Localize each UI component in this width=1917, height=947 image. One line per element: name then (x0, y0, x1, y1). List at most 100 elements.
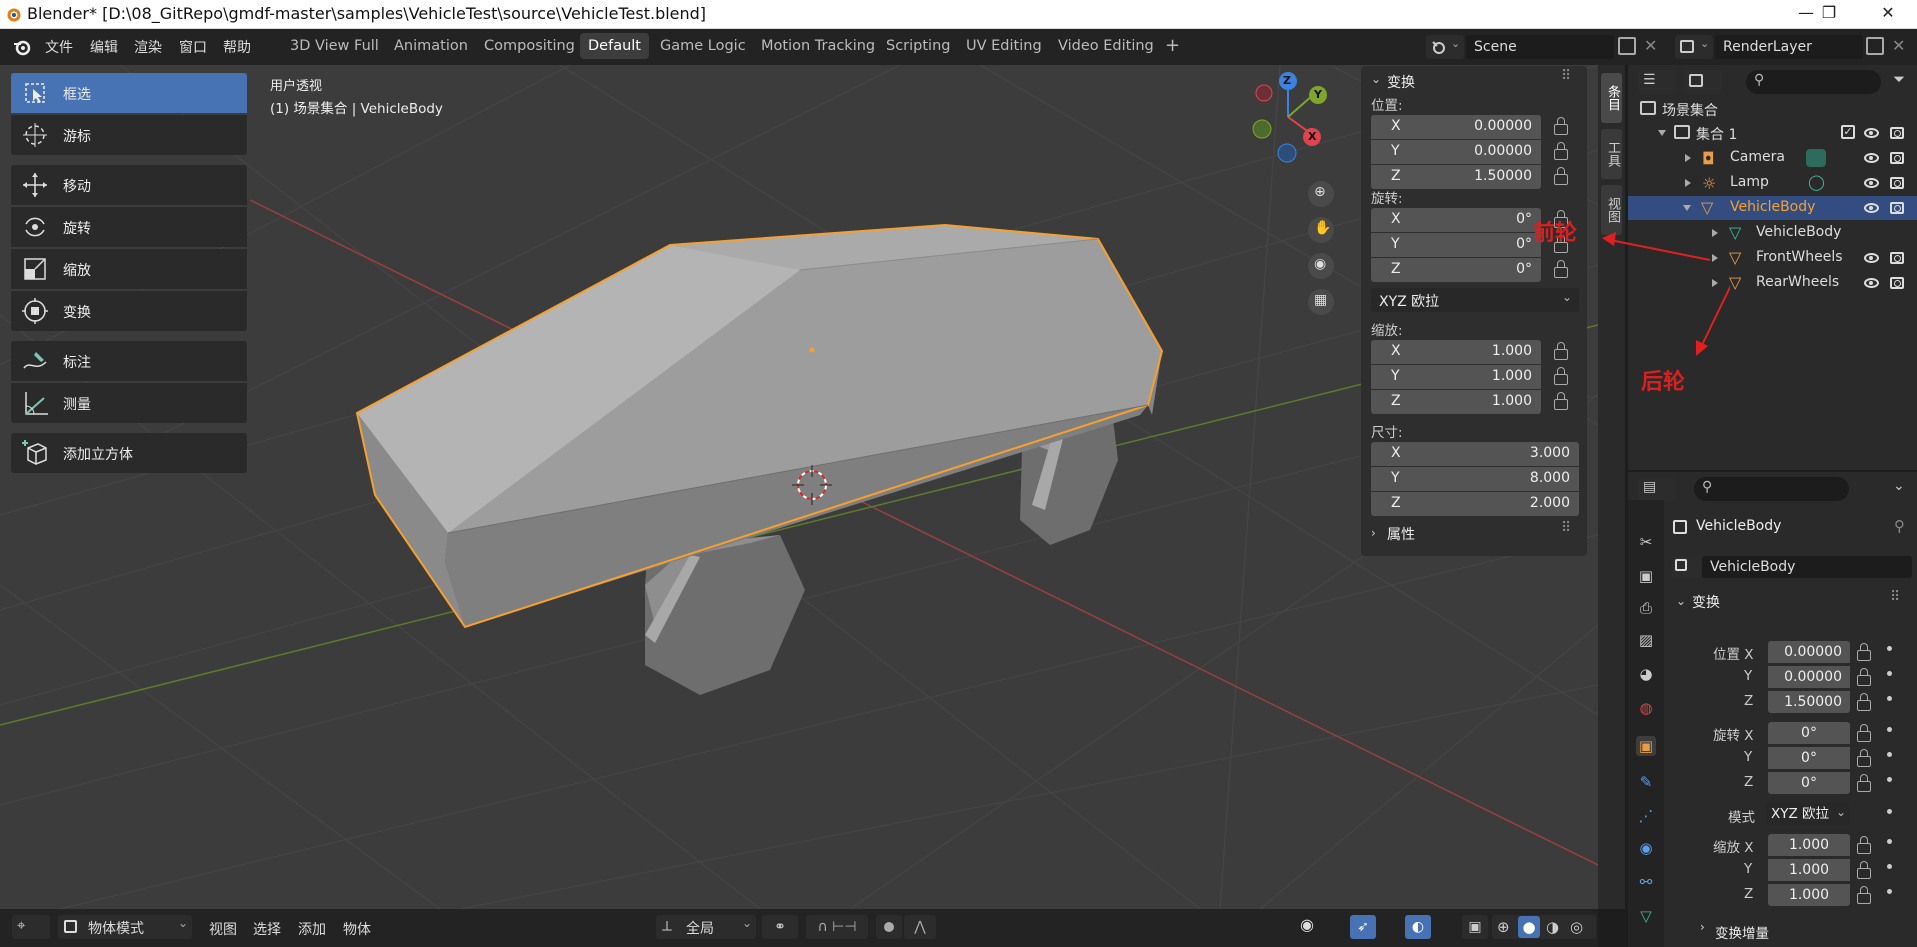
menu-select[interactable]: 选择 (253, 919, 281, 939)
scale-y-field[interactable]: Y 1.000 (1371, 365, 1541, 389)
lock-icon[interactable] (1857, 861, 1871, 879)
render-camera-icon[interactable] (1890, 152, 1904, 164)
tab-scripting[interactable]: Scripting (878, 33, 958, 59)
blender-menu-icon[interactable] (12, 38, 32, 56)
close-button[interactable]: ✕ (1868, 3, 1908, 25)
prop-location-y-field[interactable]: 0.00000 (1768, 666, 1850, 688)
render-icon[interactable]: ▣ (1636, 566, 1656, 586)
expand-arrow-icon[interactable] (1685, 179, 1691, 187)
expand-arrow-icon[interactable] (1685, 154, 1691, 162)
render-camera-icon[interactable] (1890, 177, 1904, 189)
constraints-icon[interactable]: ⚯ (1636, 872, 1656, 892)
tool-transform[interactable]: 变换 (11, 291, 247, 331)
tool-add-cube[interactable]: 添加立方体 (11, 433, 247, 473)
outliner-collection-row[interactable]: 集合 1 ✓ (1628, 121, 1917, 145)
eye-icon[interactable] (1864, 203, 1879, 213)
editor-type-button[interactable]: ☰ (1638, 70, 1676, 94)
expand-chevron-icon[interactable]: › (1371, 526, 1376, 540)
object-properties-icon[interactable]: ▣ (1636, 736, 1656, 756)
keyframe-dot-icon[interactable] (1887, 889, 1892, 894)
render-camera-icon[interactable] (1890, 277, 1904, 289)
prop-scale-y-field[interactable]: 1.000 (1768, 859, 1850, 881)
output-icon[interactable]: ⎙ (1636, 598, 1656, 618)
object-name-field[interactable]: VehicleBody (1702, 556, 1912, 578)
transform-panel-header[interactable]: 变换 (1387, 72, 1415, 92)
camera-view-button[interactable]: ◉ (1308, 253, 1334, 279)
lock-icon[interactable] (1857, 774, 1871, 792)
mode-dropdown[interactable]: 物体模式 ⌄ (58, 915, 192, 939)
wireframe-shading-icon[interactable]: ⊕ (1497, 918, 1510, 936)
tool-scale[interactable]: 缩放 (11, 249, 247, 289)
maximize-button[interactable]: ❐ (1809, 3, 1849, 25)
tool-measure[interactable]: 测量 (11, 383, 247, 423)
render-camera-icon[interactable] (1890, 202, 1904, 214)
tool-cursor[interactable]: 游标 (11, 115, 247, 155)
location-x-field[interactable]: X 0.00000 (1371, 115, 1541, 139)
view-layer-icon[interactable]: ▨ (1636, 630, 1656, 650)
scale-x-field[interactable]: X 1.000 (1371, 340, 1541, 364)
tool-select-box[interactable]: 框选 (11, 73, 247, 113)
world-icon[interactable]: ◍ (1636, 698, 1656, 718)
render-layer-selector-button[interactable]: ⌄ (1675, 35, 1713, 59)
chevron-down-icon[interactable]: ⌄ (1893, 478, 1905, 494)
lock-icon[interactable] (1857, 693, 1871, 711)
lock-icon[interactable] (1857, 643, 1871, 661)
lock-icon[interactable] (1554, 117, 1568, 135)
keyframe-dot-icon[interactable] (1887, 696, 1892, 701)
tool-move[interactable]: 移动 (11, 165, 247, 205)
ortho-toggle-button[interactable]: ▦ (1308, 289, 1334, 315)
rotation-y-field[interactable]: Y 0° (1371, 233, 1541, 257)
render-camera-icon[interactable] (1890, 252, 1904, 264)
scale-z-field[interactable]: Z 1.000 (1371, 390, 1541, 414)
rotation-x-field[interactable]: X 0° (1371, 208, 1541, 232)
xray-toggle-icon[interactable]: ▣ (1462, 915, 1488, 939)
tab-tool[interactable]: 工具 (1601, 129, 1622, 179)
keyframe-dot-icon[interactable] (1887, 809, 1892, 814)
scene-name-field[interactable]: Scene (1466, 35, 1614, 59)
dimensions-y-field[interactable]: Y 8.000 (1371, 467, 1579, 491)
collapse-chevron-icon[interactable]: ⌄ (1676, 594, 1686, 608)
tab-animation[interactable]: Animation (386, 33, 476, 59)
eye-icon[interactable] (1864, 253, 1879, 263)
location-z-field[interactable]: Z 1.50000 (1371, 165, 1541, 189)
keyframe-dot-icon[interactable] (1887, 752, 1892, 757)
prop-scale-z-field[interactable]: 1.000 (1768, 884, 1850, 906)
properties-search-input[interactable]: ⚲ (1694, 477, 1849, 501)
expand-chevron-icon[interactable]: › (1700, 920, 1705, 934)
proportional-edit-button[interactable] (876, 915, 902, 939)
eye-icon[interactable] (1864, 153, 1879, 163)
outliner-root-row[interactable]: 场景集合 (1628, 97, 1917, 121)
drag-handle-icon[interactable]: ⠿ (1561, 520, 1571, 536)
gizmo-toggle-icon[interactable]: ➶ (1350, 915, 1376, 939)
expand-arrow-icon[interactable] (1658, 130, 1666, 136)
prop-location-z-field[interactable]: 1.50000 (1768, 691, 1850, 713)
menu-window[interactable]: 窗口 (179, 37, 207, 57)
3d-viewport[interactable]: Z Y X ⊕ ✋ ◉ ▦ 用户透视 (1) 场景集合 | VehicleBod… (0, 65, 1598, 909)
pivot-point-icon[interactable]: ⚭ (762, 915, 798, 939)
visibility-icon[interactable]: ◉ (1300, 915, 1314, 934)
filter-icon[interactable]: ⏷ (1893, 70, 1905, 88)
tab-item[interactable]: 条目 (1601, 73, 1622, 123)
editor-type-button[interactable]: ▤ (1638, 477, 1676, 501)
tab-3d-view-full[interactable]: 3D View Full (282, 33, 387, 59)
scene-icon[interactable]: ◕ (1636, 664, 1656, 684)
prop-rotation-z-field[interactable]: 0° (1768, 772, 1850, 794)
physics-icon[interactable]: ◉ (1636, 838, 1656, 858)
outliner-row-camera[interactable]: ◘ Camera (1628, 146, 1917, 170)
lock-icon[interactable] (1857, 836, 1871, 854)
lock-icon[interactable] (1554, 260, 1568, 278)
solid-shading-icon[interactable]: ● (1518, 916, 1540, 938)
eye-icon[interactable] (1864, 278, 1879, 288)
lock-icon[interactable] (1857, 886, 1871, 904)
menu-object[interactable]: 物体 (343, 919, 371, 939)
lock-icon[interactable] (1554, 142, 1568, 160)
dimensions-x-field[interactable]: X 3.000 (1371, 442, 1579, 466)
render-camera-icon[interactable] (1890, 127, 1904, 139)
modifier-icon[interactable]: ✎ (1636, 772, 1656, 792)
dimensions-z-field[interactable]: Z 2.000 (1371, 492, 1579, 516)
prop-rotation-y-field[interactable]: 0° (1768, 747, 1850, 769)
keyframe-dot-icon[interactable] (1887, 777, 1892, 782)
tab-compositing[interactable]: Compositing (476, 33, 583, 59)
menu-add[interactable]: 添加 (298, 919, 326, 939)
rotation-z-field[interactable]: Z 0° (1371, 258, 1541, 282)
